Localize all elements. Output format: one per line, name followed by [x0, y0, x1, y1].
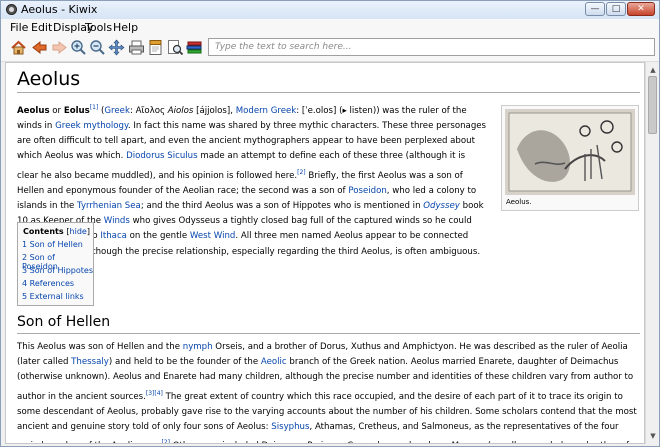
toc-item-external-links[interactable]: 5 External links [22, 292, 84, 301]
menu-file[interactable]: File [10, 21, 28, 34]
back-arrow-icon[interactable] [31, 39, 48, 56]
toc-item-references[interactable]: 4 References [22, 279, 74, 288]
toc-hide-link[interactable]: hide [70, 227, 87, 236]
son-of-hellen-paragraph: This Aeolus was son of Hellen and the ny… [17, 342, 637, 444]
search-input[interactable]: Type the text to search here... [208, 38, 655, 56]
library-books-icon[interactable] [186, 39, 203, 56]
toc-title: Contents [23, 227, 64, 236]
vertical-scrollbar[interactable]: ▲ ▼ [645, 62, 659, 444]
figure-caption: Aeolus. [506, 198, 532, 206]
article-viewer: Aeolus Aeolus or Eolus[1] (Greek: Αἴολος… [5, 62, 645, 444]
section-heading-son-of-hellen: Son of Hellen [17, 314, 111, 330]
zoom-in-icon[interactable] [70, 39, 87, 56]
scroll-down-arrow-icon[interactable]: ▼ [647, 430, 659, 442]
minimize-button[interactable]: — [585, 2, 605, 16]
save-document-icon[interactable] [147, 39, 164, 56]
toc-item-son-of-hippotes[interactable]: 3 Son of Hippotes [22, 266, 93, 275]
menu-edit[interactable]: Edit [31, 21, 52, 34]
zoom-out-icon[interactable] [89, 39, 106, 56]
section-divider [17, 333, 640, 334]
menu-tools[interactable]: Tools [85, 21, 112, 34]
article-figure: Aeolus. [501, 105, 639, 211]
app-window: Aeolus - Kiwix — □ ✕ File Edit Display T… [0, 0, 660, 447]
find-in-page-icon[interactable] [167, 39, 184, 56]
home-icon[interactable] [10, 39, 27, 56]
forward-arrow-icon[interactable] [51, 39, 68, 56]
aeolus-mosaic-image[interactable] [505, 109, 635, 195]
toc-item-son-of-hellen[interactable]: 1 Son of Hellen [22, 240, 83, 249]
table-of-contents: Contents [hide] 1 Son of Hellen 2 Son of… [17, 222, 94, 306]
title-divider [17, 92, 640, 93]
kiwix-app-icon [6, 4, 17, 15]
print-icon[interactable] [128, 39, 145, 56]
close-button[interactable]: ✕ [627, 2, 655, 16]
menu-help[interactable]: Help [113, 21, 138, 34]
menu-bar: File Edit Display Tools Help [1, 19, 659, 35]
fullscreen-icon[interactable] [108, 39, 125, 56]
article-title: Aeolus [17, 68, 81, 90]
scrollbar-thumb[interactable] [648, 76, 657, 134]
title-bar: Aeolus - Kiwix — □ ✕ [1, 1, 659, 19]
window-title: Aeolus - Kiwix [21, 3, 98, 16]
maximize-button[interactable]: □ [606, 2, 626, 16]
scroll-up-arrow-icon[interactable]: ▲ [647, 64, 659, 76]
